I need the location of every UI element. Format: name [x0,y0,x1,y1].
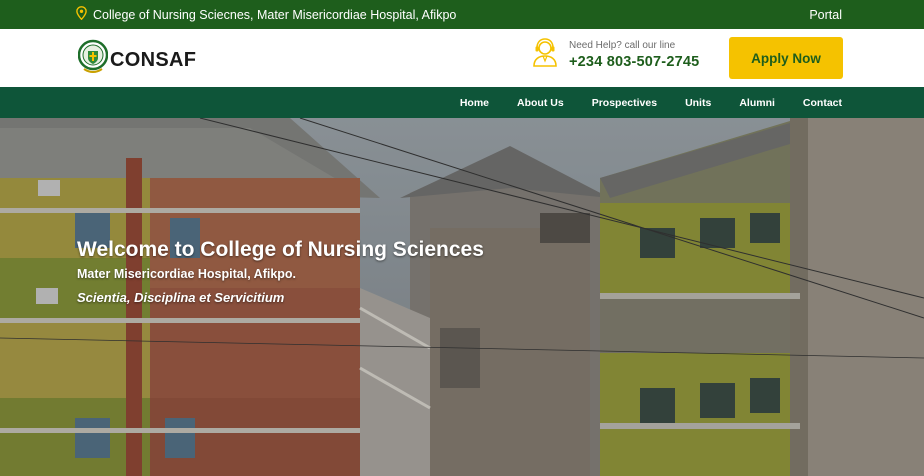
top-bar: College of Nursing Sciecnes, Mater Miser… [0,0,924,29]
logo-text: CONSAF [110,49,197,71]
map-pin-icon [76,6,87,23]
support-agent-icon [531,37,559,72]
location-text: College of Nursing Sciecnes, Mater Miser… [93,7,457,22]
nav-home[interactable]: Home [460,97,489,109]
portal-link[interactable]: Portal [809,0,842,29]
location-info: College of Nursing Sciecnes, Mater Miser… [76,0,456,29]
logo[interactable]: CONSAF [77,39,197,82]
nav-alumni[interactable]: Alumni [739,97,775,109]
hero-motto: Scientia, Disciplina et Servicitium [77,290,285,305]
main-nav: Home About Us Prospectives Units Alumni … [0,87,924,118]
nav-contact[interactable]: Contact [803,97,842,109]
nav-about-us[interactable]: About Us [517,97,564,109]
help-label: Need Help? call our line [569,39,676,51]
hero-subtitle: Mater Misericordiae Hospital, Afikpo. [77,267,297,281]
hero-title: Welcome to College of Nursing Sciences [77,238,484,261]
help-line: Need Help? call our line +234 803-507-27… [531,37,699,72]
header: CONSAF Need Help? call our line +234 803… [0,29,924,87]
college-seal-icon [77,39,109,82]
nav-units[interactable]: Units [685,97,711,109]
phone-number[interactable]: +234 803-507-2745 [569,54,699,70]
nav-prospectives[interactable]: Prospectives [592,97,657,109]
hero-banner: Welcome to College of Nursing Sciences M… [0,118,924,476]
apply-now-button[interactable]: Apply Now [729,37,843,79]
